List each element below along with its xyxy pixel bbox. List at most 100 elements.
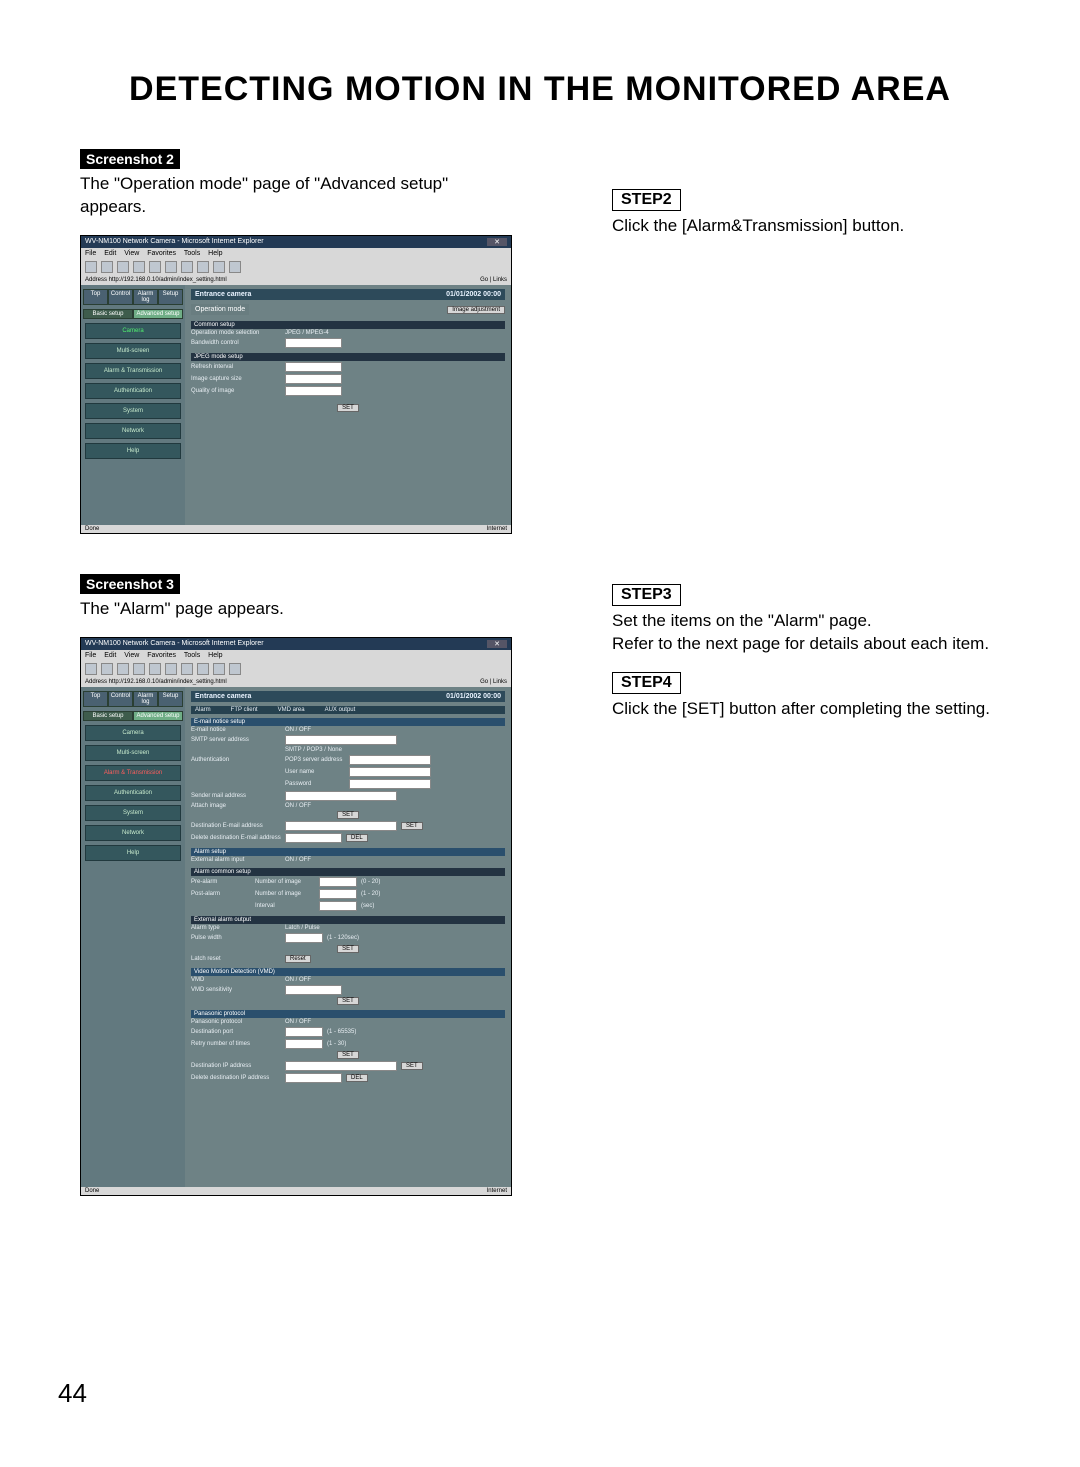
select-refresh[interactable] — [285, 362, 342, 372]
tab-top[interactable]: Top — [83, 691, 108, 707]
address-url[interactable]: http://192.168.0.10/admin/index_setting.… — [109, 277, 227, 283]
tab-control[interactable]: Control — [108, 289, 133, 305]
set-dest-email-button[interactable]: SET — [401, 822, 423, 830]
set-button[interactable]: SET — [337, 997, 359, 1005]
sidebar-item-network[interactable]: Network — [85, 423, 181, 439]
value-ext-alarm[interactable]: ON / OFF — [285, 857, 311, 863]
set-dest-ip-button[interactable]: SET — [401, 1062, 423, 1070]
menu-favorites[interactable]: Favorites — [147, 250, 176, 257]
back-icon[interactable] — [85, 663, 97, 675]
menu-tools[interactable]: Tools — [184, 652, 200, 659]
value-email-notice[interactable]: ON / OFF — [285, 727, 311, 733]
links-button[interactable]: Links — [493, 277, 507, 283]
refresh-icon[interactable] — [133, 261, 145, 273]
set-button[interactable]: SET — [337, 811, 359, 819]
sidebar-item-network[interactable]: Network — [85, 825, 181, 841]
forward-icon[interactable] — [101, 663, 113, 675]
close-icon[interactable]: ✕ — [487, 640, 507, 648]
tab-top[interactable]: Top — [83, 289, 108, 305]
value-pprotocol[interactable]: ON / OFF — [285, 1019, 311, 1025]
input-password[interactable] — [349, 779, 431, 789]
tab-ftp[interactable]: FTP client — [231, 707, 258, 713]
select-capsize[interactable] — [285, 374, 342, 384]
set-button[interactable]: SET — [337, 945, 359, 953]
value-authtype[interactable]: SMTP / POP3 / None — [285, 747, 342, 753]
sidebar-item-alarm-transmission[interactable]: Alarm & Transmission — [85, 363, 181, 379]
input-retry[interactable] — [285, 1039, 323, 1049]
sidebar-item-help[interactable]: Help — [85, 443, 181, 459]
sidebar-item-authentication[interactable]: Authentication — [85, 383, 181, 399]
stop-icon[interactable] — [117, 663, 129, 675]
sidebar-item-multiscreen[interactable]: Multi-screen — [85, 745, 181, 761]
input-postalarm-int[interactable] — [319, 901, 357, 911]
tab-setup[interactable]: Setup — [158, 691, 183, 707]
mail-icon[interactable] — [213, 663, 225, 675]
menu-edit[interactable]: Edit — [104, 652, 116, 659]
value-attach[interactable]: ON / OFF — [285, 803, 311, 809]
sidebar-item-system[interactable]: System — [85, 403, 181, 419]
home-icon[interactable] — [149, 261, 161, 273]
tab-advanced-setup[interactable]: Advanced setup — [133, 711, 183, 721]
sidebar-item-camera[interactable]: Camera — [85, 725, 181, 741]
select-vmd-sens[interactable] — [285, 985, 342, 995]
tab-control[interactable]: Control — [108, 691, 133, 707]
refresh-icon[interactable] — [133, 663, 145, 675]
links-button[interactable]: Links — [493, 679, 507, 685]
tab-alarmlog[interactable]: Alarm log — [133, 289, 158, 305]
menu-favorites[interactable]: Favorites — [147, 652, 176, 659]
input-pop3[interactable] — [349, 755, 431, 765]
input-username[interactable] — [349, 767, 431, 777]
history-icon[interactable] — [197, 261, 209, 273]
browser-menubar[interactable]: File Edit View Favorites Tools Help — [81, 248, 511, 259]
back-icon[interactable] — [85, 261, 97, 273]
select-quality[interactable] — [285, 386, 342, 396]
tab-basic-setup[interactable]: Basic setup — [83, 309, 133, 319]
sidebar-item-camera[interactable]: Camera — [85, 323, 181, 339]
close-icon[interactable]: ✕ — [487, 238, 507, 246]
sidebar-item-alarm-transmission[interactable]: Alarm & Transmission — [85, 765, 181, 781]
input-postalarm-num[interactable] — [319, 889, 357, 899]
latch-reset-button[interactable]: Reset — [285, 955, 311, 963]
favorites-icon[interactable] — [181, 663, 193, 675]
del-ip-button[interactable]: DEL — [346, 1074, 368, 1082]
input-dest-email[interactable] — [285, 821, 397, 831]
menu-file[interactable]: File — [85, 250, 96, 257]
tab-basic-setup[interactable]: Basic setup — [83, 711, 133, 721]
del-email-button[interactable]: DEL — [346, 834, 368, 842]
browser-menubar[interactable]: File Edit View Favorites Tools Help — [81, 650, 511, 661]
tab-alarm[interactable]: Alarm — [195, 707, 211, 713]
input-sender[interactable] — [285, 791, 397, 801]
go-button[interactable]: Go — [480, 277, 488, 283]
browser-toolbar[interactable] — [81, 661, 511, 677]
input-smtp[interactable] — [285, 735, 397, 745]
search-icon[interactable] — [165, 663, 177, 675]
history-icon[interactable] — [197, 663, 209, 675]
input-destport[interactable] — [285, 1027, 323, 1037]
input-prealarm[interactable] — [319, 877, 357, 887]
home-icon[interactable] — [149, 663, 161, 675]
menu-tools[interactable]: Tools — [184, 250, 200, 257]
tab-advanced-setup[interactable]: Advanced setup — [133, 309, 183, 319]
select-del-ip[interactable] — [285, 1073, 342, 1083]
mail-icon[interactable] — [213, 261, 225, 273]
sidebar-item-authentication[interactable]: Authentication — [85, 785, 181, 801]
menu-help[interactable]: Help — [208, 250, 222, 257]
stop-icon[interactable] — [117, 261, 129, 273]
set-button[interactable]: SET — [337, 404, 359, 412]
sidebar-item-multiscreen[interactable]: Multi-screen — [85, 343, 181, 359]
menu-view[interactable]: View — [124, 652, 139, 659]
address-url[interactable]: http://192.168.0.10/admin/index_setting.… — [109, 679, 227, 685]
tab-aux[interactable]: AUX output — [325, 707, 356, 713]
select-del-email[interactable] — [285, 833, 342, 843]
browser-toolbar[interactable] — [81, 259, 511, 275]
forward-icon[interactable] — [101, 261, 113, 273]
tab-vmdarea[interactable]: VMD area — [278, 707, 305, 713]
menu-view[interactable]: View — [124, 250, 139, 257]
search-icon[interactable] — [165, 261, 177, 273]
set-button[interactable]: SET — [337, 1051, 359, 1059]
go-button[interactable]: Go — [480, 679, 488, 685]
value-vmd[interactable]: ON / OFF — [285, 977, 311, 983]
value-opmode[interactable]: JPEG / MPEG-4 — [285, 330, 329, 336]
image-adjustment-button[interactable]: Image adjustment — [447, 306, 505, 314]
input-dest-ip[interactable] — [285, 1061, 397, 1071]
